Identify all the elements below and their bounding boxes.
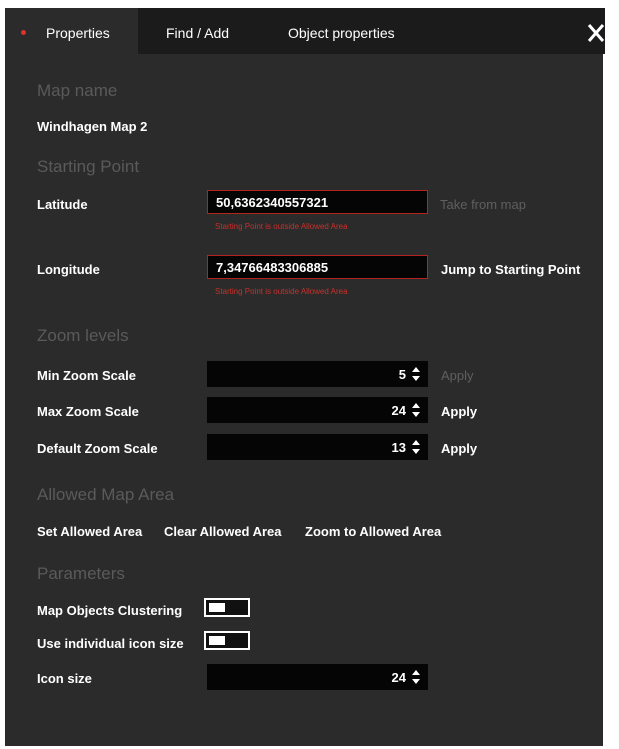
tab-object-properties[interactable]: Object properties: [288, 8, 395, 54]
active-tab-indicator-icon: [21, 30, 26, 35]
starting-point-heading: Starting Point: [37, 157, 140, 176]
latitude-input[interactable]: [207, 190, 428, 214]
spinner-arrows-icon[interactable]: [412, 402, 420, 418]
latitude-error: Starting Point is outside Allowed Area: [215, 222, 348, 231]
individual-icon-size-toggle[interactable]: [204, 631, 250, 650]
zoom-levels-heading: Zoom levels: [37, 326, 129, 345]
icon-size-stepper[interactable]: 24: [207, 664, 428, 690]
longitude-input[interactable]: [207, 255, 428, 279]
max-zoom-label: Max Zoom Scale: [37, 404, 139, 419]
default-zoom-apply-button[interactable]: Apply: [441, 441, 477, 456]
set-allowed-area-button[interactable]: Set Allowed Area: [37, 524, 142, 539]
min-zoom-value: 5: [398, 367, 406, 382]
default-zoom-label: Default Zoom Scale: [37, 441, 158, 456]
spinner-arrows-icon[interactable]: [412, 669, 420, 685]
tab-object-properties-label: Object properties: [288, 25, 395, 41]
take-from-map-link[interactable]: Take from map: [440, 197, 526, 212]
spinner-arrows-icon[interactable]: [412, 439, 420, 455]
tab-find-add-label: Find / Add: [166, 25, 230, 41]
icon-size-value: 24: [391, 670, 406, 685]
clustering-toggle[interactable]: [204, 598, 250, 617]
close-icon[interactable]: [587, 22, 605, 44]
min-zoom-label: Min Zoom Scale: [37, 368, 136, 383]
parameters-heading: Parameters: [37, 564, 125, 583]
clustering-label: Map Objects Clustering: [37, 603, 183, 618]
toggle-knob: [209, 636, 225, 645]
tab-find-add[interactable]: Find / Add: [166, 8, 229, 54]
tab-properties-label: Properties: [46, 25, 110, 41]
spinner-arrows-icon[interactable]: [412, 366, 420, 382]
default-zoom-stepper[interactable]: 13: [207, 434, 428, 460]
max-zoom-apply-button[interactable]: Apply: [441, 404, 477, 419]
min-zoom-apply-button[interactable]: Apply: [441, 368, 474, 383]
individual-icon-size-label: Use individual icon size: [37, 636, 184, 651]
icon-size-label: Icon size: [37, 671, 92, 686]
tab-properties[interactable]: Properties: [5, 8, 138, 54]
min-zoom-stepper[interactable]: 5: [207, 361, 428, 387]
allowed-map-area-heading: Allowed Map Area: [37, 485, 175, 504]
latitude-label: Latitude: [37, 197, 88, 212]
jump-to-starting-point-link[interactable]: Jump to Starting Point: [441, 262, 580, 277]
longitude-error: Starting Point is outside Allowed Area: [215, 287, 348, 296]
longitude-label: Longitude: [37, 262, 100, 277]
max-zoom-value: 24: [391, 403, 406, 418]
map-name-value: Windhagen Map 2: [37, 119, 148, 134]
map-name-heading: Map name: [37, 81, 118, 100]
zoom-to-allowed-area-button[interactable]: Zoom to Allowed Area: [305, 524, 441, 539]
tab-bar: Properties Find / Add Object properties: [5, 8, 605, 54]
max-zoom-stepper[interactable]: 24: [207, 397, 428, 423]
default-zoom-value: 13: [391, 440, 406, 455]
toggle-knob: [209, 603, 225, 612]
clear-allowed-area-button[interactable]: Clear Allowed Area: [164, 524, 282, 539]
